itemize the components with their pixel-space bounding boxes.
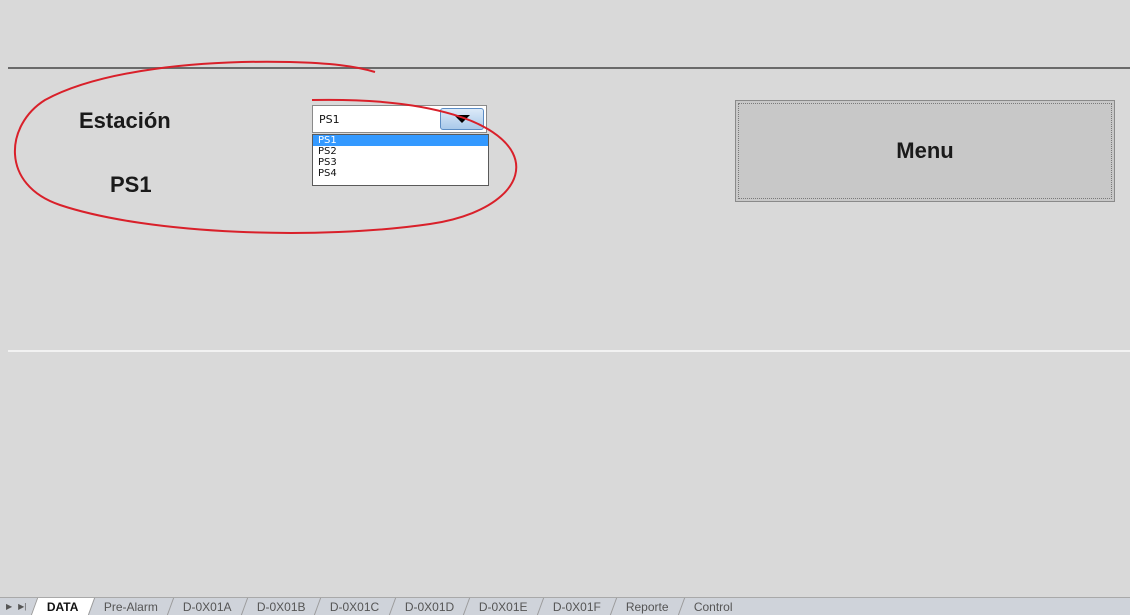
play-icon[interactable]: ▶: [6, 602, 12, 611]
station-label: Estación: [79, 108, 171, 133]
top-divider: [8, 67, 1130, 69]
combo-current-value: PS1: [319, 113, 340, 126]
tab-navigation: ▶ ▶|: [0, 598, 34, 615]
station-value: PS1: [110, 172, 152, 197]
menu-button[interactable]: Menu: [735, 100, 1115, 202]
tab-data[interactable]: DATA: [31, 598, 95, 615]
sheet-tab-bar: ▶ ▶| DATA Pre-Alarm D-0X01A D-0X01B D-0X…: [0, 597, 1130, 615]
tab-d-0x01c[interactable]: D-0X01C: [314, 598, 395, 615]
tab-d-0x01a[interactable]: D-0X01A: [166, 598, 247, 615]
skip-end-icon[interactable]: ▶|: [18, 602, 26, 611]
tab-d-0x01f[interactable]: D-0X01F: [536, 598, 616, 615]
station-dropdown-list: PS1 PS2 PS3 PS4: [312, 134, 489, 186]
dropdown-option-ps4[interactable]: PS4: [313, 168, 488, 179]
dropdown-option-ps3[interactable]: PS3: [313, 157, 488, 168]
annotation-ellipse: [14, 60, 518, 234]
tab-d-0x01e[interactable]: D-0X01E: [462, 598, 543, 615]
dropdown-option-ps2[interactable]: PS2: [313, 146, 488, 157]
tab-d-0x01d[interactable]: D-0X01D: [388, 598, 470, 615]
mid-divider: [8, 350, 1130, 352]
tab-control[interactable]: Control: [677, 598, 748, 615]
combo-dropdown-button[interactable]: [440, 108, 484, 130]
tab-d-0x01b[interactable]: D-0X01B: [240, 598, 321, 615]
dropdown-option-ps1[interactable]: PS1: [313, 135, 488, 146]
tab-pre-alarm[interactable]: Pre-Alarm: [87, 598, 174, 615]
triangle-down-icon: [454, 115, 470, 123]
station-combobox[interactable]: PS1: [312, 105, 487, 133]
tab-reporte[interactable]: Reporte: [609, 598, 684, 615]
